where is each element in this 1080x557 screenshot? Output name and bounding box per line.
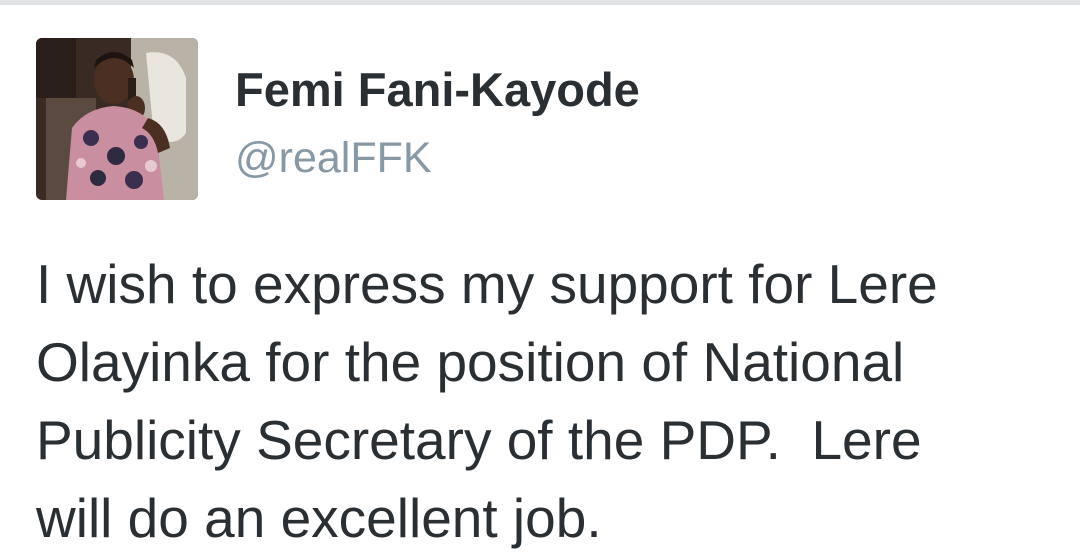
tweet-text-line: Publicity Secretary of the PDP. Lere <box>36 409 922 471</box>
tweet-text-line: will do an excellent job. <box>36 487 602 549</box>
tweet-text-line: I wish to express my support for Lere <box>36 253 938 315</box>
tweet-text-line: Olayinka for the position of National <box>36 331 905 393</box>
tweet-card: Femi Fani-Kayode @realFFK I wish to expr… <box>0 0 1080 549</box>
author-handle[interactable]: @realFFK <box>235 134 432 183</box>
avatar-photo-icon <box>36 38 198 200</box>
author-display-name[interactable]: Femi Fani-Kayode <box>235 62 640 117</box>
profile-avatar[interactable] <box>36 38 198 200</box>
tweet-body: I wish to express my support for Lere Ol… <box>36 245 1046 557</box>
